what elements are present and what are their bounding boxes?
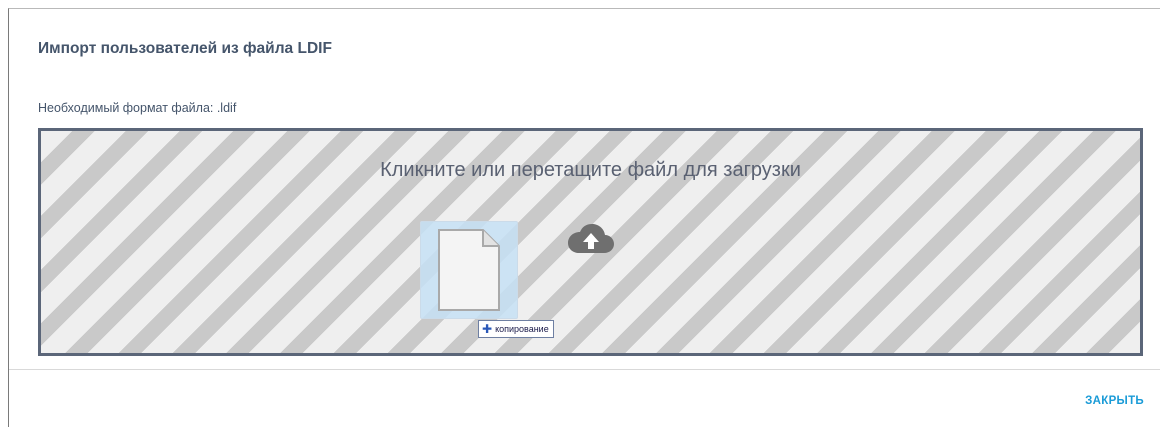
plus-icon: ✚	[482, 322, 493, 336]
file-dropzone[interactable]: Кликните или перетащите файл для загрузк…	[38, 128, 1143, 356]
file-format-hint: Необходимый формат файла: .ldif	[38, 101, 237, 115]
dialog-title: Импорт пользователей из файла LDIF	[38, 40, 332, 57]
footer-divider	[9, 369, 1160, 370]
import-dialog: Импорт пользователей из файла LDIF Необх…	[8, 8, 1160, 427]
dropzone-label: Кликните или перетащите файл для загрузк…	[380, 159, 801, 181]
close-button[interactable]: ЗАКРЫТЬ	[1085, 395, 1144, 407]
drag-copy-badge: ✚ копирование	[478, 320, 554, 338]
drag-copy-label: копирование	[495, 324, 549, 334]
cloud-upload-icon	[568, 224, 614, 253]
dragged-file-ghost	[420, 221, 518, 319]
file-icon	[438, 229, 500, 311]
